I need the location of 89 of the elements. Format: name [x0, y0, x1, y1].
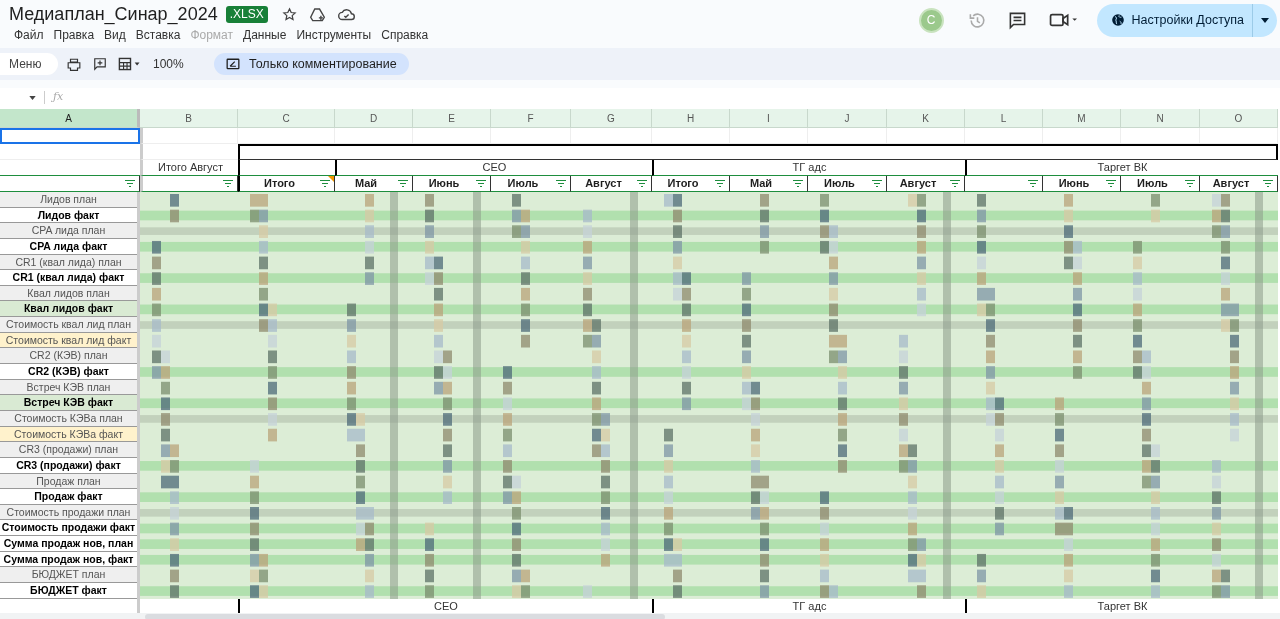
filter-icon[interactable] — [637, 180, 647, 187]
row-label: CPA лида план — [0, 223, 137, 239]
document-title: Медиаплан_Синар_2024 — [9, 3, 218, 25]
column-header[interactable]: H — [652, 109, 730, 128]
row-label: CR2 (КЭВ) факт — [0, 364, 137, 380]
column-header[interactable]: L — [965, 109, 1043, 128]
formula-label: ƒx — [53, 89, 64, 106]
menu-search-field[interactable]: Меню — [0, 53, 58, 75]
menu-item[interactable]: Справка — [376, 26, 434, 44]
comment-only-mode-button[interactable]: Только комментирование — [214, 53, 409, 75]
filter-icon[interactable] — [872, 180, 882, 187]
column-heading: Июнь — [427, 176, 461, 191]
note-indicator — [328, 176, 334, 182]
menu-item[interactable]: Правка — [48, 26, 100, 44]
filter-icon[interactable] — [950, 180, 960, 187]
filter-icon[interactable] — [476, 180, 486, 187]
column-heading: Август — [898, 176, 938, 191]
menu-item[interactable]: Файл — [9, 26, 49, 44]
column-header[interactable]: C — [238, 109, 335, 128]
filter-icon[interactable] — [1028, 180, 1038, 187]
column-header[interactable]: N — [1121, 109, 1200, 128]
filter-icon[interactable] — [320, 180, 330, 187]
column-header[interactable]: J — [808, 109, 887, 128]
column-header[interactable]: E — [413, 109, 491, 128]
column-header[interactable]: A — [0, 109, 140, 128]
column-header[interactable]: M — [1043, 109, 1121, 128]
edit-note-icon — [226, 57, 240, 71]
row-label: CR1 (квал лида) факт — [0, 270, 137, 286]
history-icon[interactable] — [967, 10, 987, 30]
filter-icon[interactable] — [1185, 180, 1195, 187]
row-label: БЮДЖЕТ план — [0, 567, 137, 583]
column-header[interactable]: I — [730, 109, 808, 128]
filter-icon[interactable] — [125, 180, 135, 187]
column-heading: Июль — [506, 176, 540, 191]
column-header[interactable]: G — [571, 109, 652, 128]
filter-icon[interactable] — [223, 180, 233, 187]
selected-cell[interactable] — [0, 128, 140, 144]
row-label: БЮДЖЕТ факт — [0, 583, 137, 599]
menu-item[interactable]: Инструменты — [291, 26, 377, 44]
column-header[interactable]: D — [335, 109, 413, 128]
filter-icon[interactable] — [1263, 180, 1273, 187]
cloud-icon[interactable] — [337, 7, 355, 21]
file-type-badge: .XLSX — [225, 5, 268, 23]
menu-item[interactable]: Данные — [238, 26, 292, 44]
column-header[interactable]: F — [491, 109, 571, 128]
add-comment-icon[interactable] — [93, 57, 107, 71]
star-icon[interactable] — [281, 6, 297, 22]
column-heading: Итого Август — [140, 160, 238, 176]
row-label: CR3 (продажи) план — [0, 442, 137, 458]
group-heading: ТГ адс — [652, 160, 965, 176]
filter-icon[interactable] — [1106, 180, 1116, 187]
row-label: Стоимость продажи факт — [0, 520, 137, 537]
row-label: Продаж факт — [0, 489, 137, 505]
row-label: Стоимость квал лид план — [0, 317, 137, 333]
filter-icon[interactable] — [793, 180, 803, 187]
column-heading: Июнь — [1057, 176, 1091, 191]
row-label: Лидов план — [0, 192, 137, 208]
video-camera-icon[interactable] — [1048, 12, 1077, 28]
drive-add-icon[interactable] — [308, 6, 326, 22]
share-settings-button[interactable]: Настройки Доступа — [1096, 3, 1277, 37]
filter-icon[interactable] — [715, 180, 725, 187]
filter-icon[interactable] — [556, 180, 566, 187]
column-heading: Август — [584, 176, 623, 191]
globe-icon — [1110, 13, 1125, 27]
column-heading: Май — [353, 176, 379, 191]
column-heading: Июль — [1136, 176, 1169, 191]
column-heading: Август — [1211, 176, 1251, 191]
column-heading: Итого — [263, 176, 296, 191]
menu-item[interactable]: Вид — [99, 26, 131, 44]
column-heading: Июль — [823, 176, 856, 191]
column-header[interactable]: O — [1200, 109, 1278, 128]
horizontal-scrollbar[interactable] — [145, 614, 665, 619]
caret-icon — [1261, 17, 1269, 23]
row-label: Сумма продаж нов, план — [0, 536, 137, 552]
print-icon[interactable] — [67, 57, 81, 71]
caret-icon[interactable] — [29, 95, 36, 100]
zoom-selector[interactable]: 100% — [153, 55, 211, 73]
column-heading: Май — [748, 176, 774, 191]
row-label: CR2 (КЭВ) план — [0, 348, 137, 365]
row-label: Встреч КЭВ факт — [0, 395, 137, 411]
column-heading: Итого — [666, 176, 700, 191]
row-label: Квал лидов факт — [0, 301, 137, 318]
comment-icon[interactable] — [1007, 10, 1027, 30]
group-heading: Таргет ВК — [965, 160, 1278, 176]
column-header[interactable]: K — [887, 109, 965, 128]
menu-item[interactable]: Вставка — [130, 26, 186, 44]
group-heading: СЕО — [335, 160, 652, 176]
column-header[interactable]: B — [140, 109, 238, 128]
filter-icon[interactable] — [398, 180, 408, 187]
